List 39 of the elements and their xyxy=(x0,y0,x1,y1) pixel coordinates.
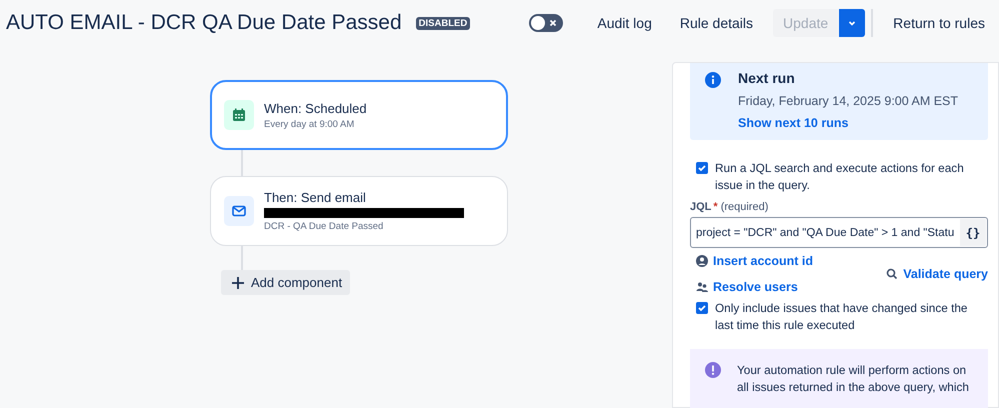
checkbox-label: Run a JQL search and execute actions for each issue in the query. xyxy=(715,160,965,194)
component-subtitle: DCR - QA Due Date Passed xyxy=(264,221,384,232)
validate-query-link[interactable]: Validate query xyxy=(903,267,988,281)
checkbox-label: Only include issues that have changed since the last time this rule executed xyxy=(715,300,968,334)
component-title: Then: Send email xyxy=(264,190,367,205)
brace-button[interactable]: {} xyxy=(960,219,986,246)
header-button[interactable]: Audit log xyxy=(585,9,664,37)
next-run-heading: Next run xyxy=(738,70,796,86)
resolve-users-link[interactable]: Resolve users xyxy=(713,280,798,294)
envelope-icon xyxy=(224,196,254,226)
rule-title: AUTO EMAIL - DCR QA Due Date Passed xyxy=(6,11,402,35)
user-icon xyxy=(696,255,708,267)
warning-text: Your automation rule will perform actions on all issues returned in the above query, which xyxy=(737,362,970,396)
search-icon xyxy=(886,268,898,280)
rule-component-card[interactable]: Then: Send email DCR - QA Due Date Passed xyxy=(210,176,508,246)
checkbox[interactable] xyxy=(696,302,708,314)
required-mark: * xyxy=(713,201,718,213)
required-hint: (required) xyxy=(720,201,768,213)
users-icon xyxy=(696,281,708,293)
info-icon xyxy=(705,72,721,88)
next-run-date: Friday, February 14, 2025 9:00 AM EST xyxy=(738,94,958,108)
jql-input-field[interactable]: project = "DCR" and "QA Due Date" > 1 and "Statu {} xyxy=(690,217,988,248)
warning-icon xyxy=(705,362,721,378)
insert-account-link[interactable]: Insert account id xyxy=(713,254,814,268)
component-subtitle: Every day at 9:00 AM xyxy=(264,118,356,130)
header-button[interactable]: Return to rules xyxy=(881,9,997,37)
status-badge: DISABLED xyxy=(416,16,470,30)
plus-icon xyxy=(231,276,245,290)
header-button[interactable]: Rule details xyxy=(668,9,766,37)
component-title: When: Scheduled xyxy=(264,100,367,116)
cross-icon xyxy=(548,18,558,28)
checkbox[interactable] xyxy=(696,162,708,174)
dropdown-button[interactable] xyxy=(839,9,866,37)
calendar-icon xyxy=(224,100,254,130)
show-runs-link[interactable]: Show next 10 runs xyxy=(738,116,958,130)
add-component-button[interactable]: Add component xyxy=(221,270,350,295)
rule-component-card[interactable]: When: Scheduled Every day at 9:00 AM xyxy=(210,80,508,150)
rule-toggle[interactable] xyxy=(529,14,564,32)
field-label: JQL xyxy=(690,201,712,213)
